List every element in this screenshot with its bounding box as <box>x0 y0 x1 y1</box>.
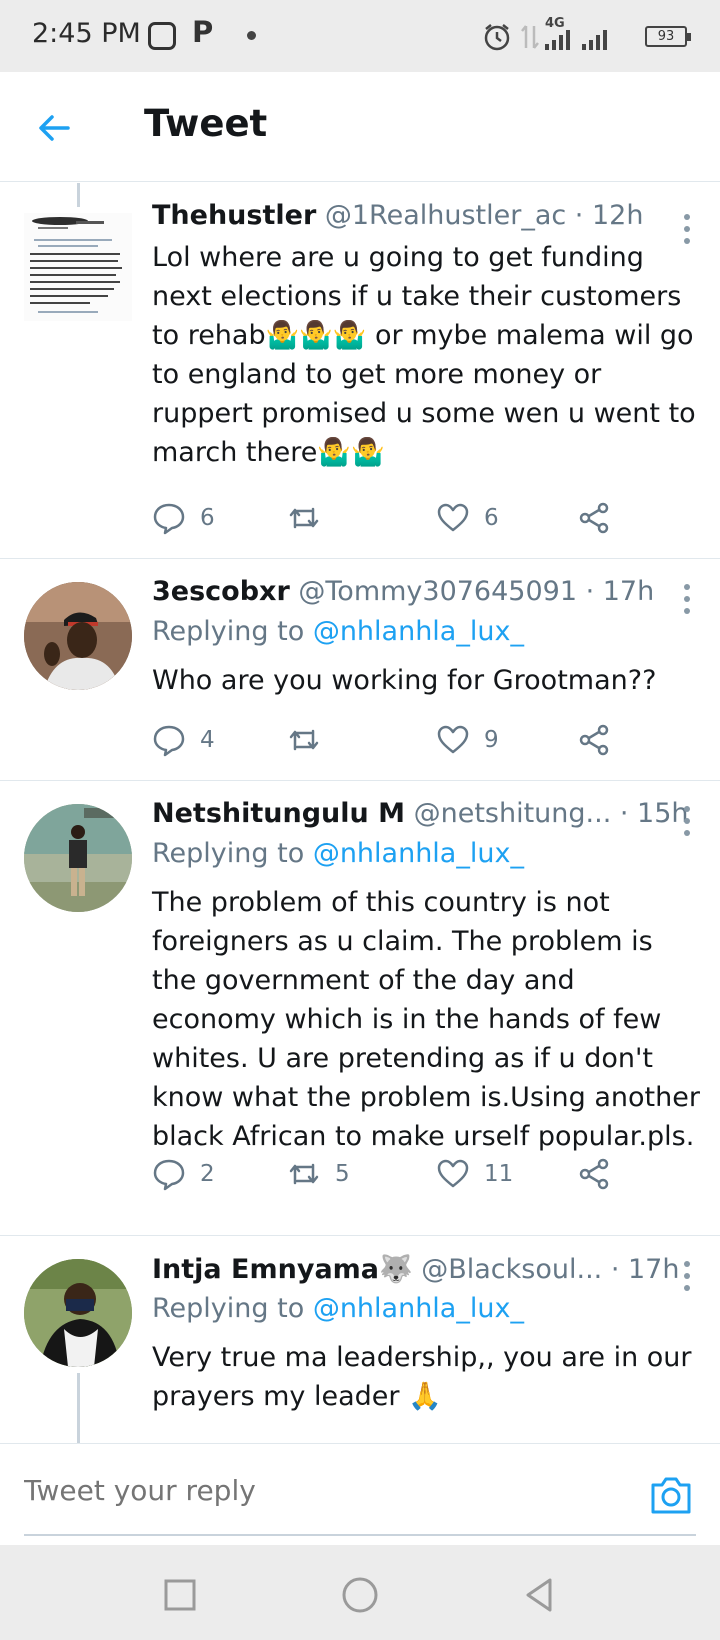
replying-to-handle[interactable]: @nhlanhla_lux_ <box>313 838 524 869</box>
p-notification-icon: P <box>192 15 214 49</box>
home-circle-icon[interactable] <box>340 1575 380 1615</box>
retweet-button[interactable] <box>287 720 335 760</box>
top-app-bar: Tweet <box>0 72 720 182</box>
tweet-item[interactable]: 3escobxr @Tommy307645091 · 17h Replying … <box>0 560 720 781</box>
retweet-button[interactable]: 5 <box>287 1154 350 1194</box>
heart-icon <box>437 725 469 754</box>
retweet-icon <box>289 507 319 529</box>
replying-to: Replying to @nhlanhla_lux_ <box>152 1293 524 1324</box>
thread-connector-line <box>77 1373 80 1443</box>
more-options-icon[interactable] <box>684 806 690 842</box>
tweet-header: 3escobxr @Tommy307645091 · 17h <box>152 576 654 607</box>
avatar[interactable] <box>24 1259 132 1367</box>
reply-composer <box>0 1443 720 1545</box>
tweet-actions: 6 6 <box>152 498 612 538</box>
page-title: Tweet <box>144 102 268 145</box>
author-handle-time: @Blacksoul... · 17h <box>421 1254 680 1285</box>
camera-icon[interactable] <box>648 1472 694 1518</box>
like-button[interactable]: 6 <box>436 498 499 538</box>
more-notifications-dot <box>247 31 256 40</box>
more-options-icon[interactable] <box>684 584 690 620</box>
reply-input-underline <box>24 1534 696 1536</box>
battery-icon: 93 <box>645 26 691 47</box>
reply-icon <box>153 1159 185 1191</box>
replying-to-handle[interactable]: @nhlanhla_lux_ <box>313 616 524 647</box>
signal-icon-1 <box>545 30 570 50</box>
system-nav-bar <box>0 1545 720 1640</box>
replying-to-handle[interactable]: @nhlanhla_lux_ <box>313 1293 524 1324</box>
share-button[interactable] <box>577 1154 611 1194</box>
tweet-item[interactable]: Thehustler @1Realhustler_ac · 12h Lol wh… <box>0 183 720 559</box>
network-type: 4G <box>545 16 565 31</box>
share-button[interactable] <box>577 498 611 538</box>
data-transfer-icon <box>521 25 539 49</box>
avatar-screenshot-thumbnail <box>24 213 132 321</box>
avatar-photo <box>24 582 132 690</box>
author-handle-time: @1Realhustler_ac · 12h <box>324 200 644 231</box>
share-icon <box>579 724 609 756</box>
replying-to-label: Replying to <box>152 838 305 869</box>
reply-button[interactable]: 2 <box>152 1154 215 1194</box>
author-handle-time: @netshitung... · 15h <box>413 798 689 829</box>
author-name[interactable]: 3escobxr <box>152 576 290 607</box>
heart-icon <box>437 1159 469 1188</box>
avatar[interactable] <box>24 582 132 690</box>
tweet-header: Thehustler @1Realhustler_ac · 12h <box>152 200 643 231</box>
tweet-header: Intja Emnyama🐺 @Blacksoul... · 17h <box>152 1253 679 1285</box>
retweet-button[interactable] <box>287 498 335 538</box>
tweet-header: Netshitungulu M @netshitung... · 15h <box>152 798 689 829</box>
like-button[interactable]: 11 <box>436 1154 513 1194</box>
status-time: 2:45 PM <box>32 18 141 49</box>
tweet-item[interactable]: Intja Emnyama🐺 @Blacksoul... · 17h Reply… <box>0 1237 720 1443</box>
like-count: 6 <box>484 505 499 531</box>
heart-icon <box>437 503 469 532</box>
recents-square-icon[interactable] <box>160 1575 200 1615</box>
signal-icon-2 <box>582 30 607 50</box>
reply-count: 2 <box>200 1161 215 1187</box>
retweet-icon <box>289 729 319 751</box>
replying-to: Replying to @nhlanhla_lux_ <box>152 838 524 869</box>
reply-input[interactable] <box>24 1474 584 1507</box>
alarm-icon <box>484 24 510 51</box>
reply-button[interactable]: 6 <box>152 498 215 538</box>
status-bar: 2:45 PM P 4G 93 <box>0 0 720 72</box>
reply-icon <box>153 725 185 757</box>
share-icon <box>579 1158 609 1190</box>
tweet-actions: 4 9 <box>152 720 612 760</box>
like-count: 9 <box>484 727 499 753</box>
tweet-text: Very true ma leadership,, you are in our… <box>152 1342 692 1412</box>
more-options-icon[interactable] <box>684 1261 690 1297</box>
author-name[interactable]: Netshitungulu M <box>152 798 405 829</box>
replying-to-label: Replying to <box>152 1293 305 1324</box>
avatar-photo <box>24 1259 132 1367</box>
reply-count: 4 <box>200 727 215 753</box>
app-notification-icon <box>148 22 176 50</box>
tweet-text: The problem of this country is not forei… <box>152 887 700 1152</box>
share-button[interactable] <box>577 720 611 760</box>
reply-icon <box>153 503 185 535</box>
author-name[interactable]: Intja Emnyama🐺 <box>152 1254 413 1285</box>
like-button[interactable]: 9 <box>436 720 499 760</box>
like-count: 11 <box>484 1161 514 1187</box>
thread-connector-line <box>77 183 80 207</box>
back-triangle-icon[interactable] <box>520 1575 560 1615</box>
tweet-text: Who are you working for Grootman?? <box>152 665 657 696</box>
author-name[interactable]: Thehustler <box>152 200 316 231</box>
replying-to-label: Replying to <box>152 616 305 647</box>
arrow-left-icon[interactable] <box>34 108 74 148</box>
avatar[interactable] <box>24 804 132 912</box>
retweet-count: 5 <box>335 1161 350 1187</box>
share-icon <box>579 502 609 534</box>
author-handle-time: @Tommy307645091 · 17h <box>298 576 655 607</box>
retweet-icon <box>289 1163 319 1185</box>
avatar-photo <box>24 804 132 912</box>
replying-to: Replying to @nhlanhla_lux_ <box>152 616 524 647</box>
tweet-text: Lol where are u going to get funding nex… <box>152 242 696 468</box>
tweet-actions: 2 5 11 <box>152 1154 612 1194</box>
reply-count: 6 <box>200 505 215 531</box>
avatar[interactable] <box>24 213 132 321</box>
tweet-item[interactable]: Netshitungulu M @netshitung... · 15h Rep… <box>0 782 720 1236</box>
reply-button[interactable]: 4 <box>152 720 215 760</box>
